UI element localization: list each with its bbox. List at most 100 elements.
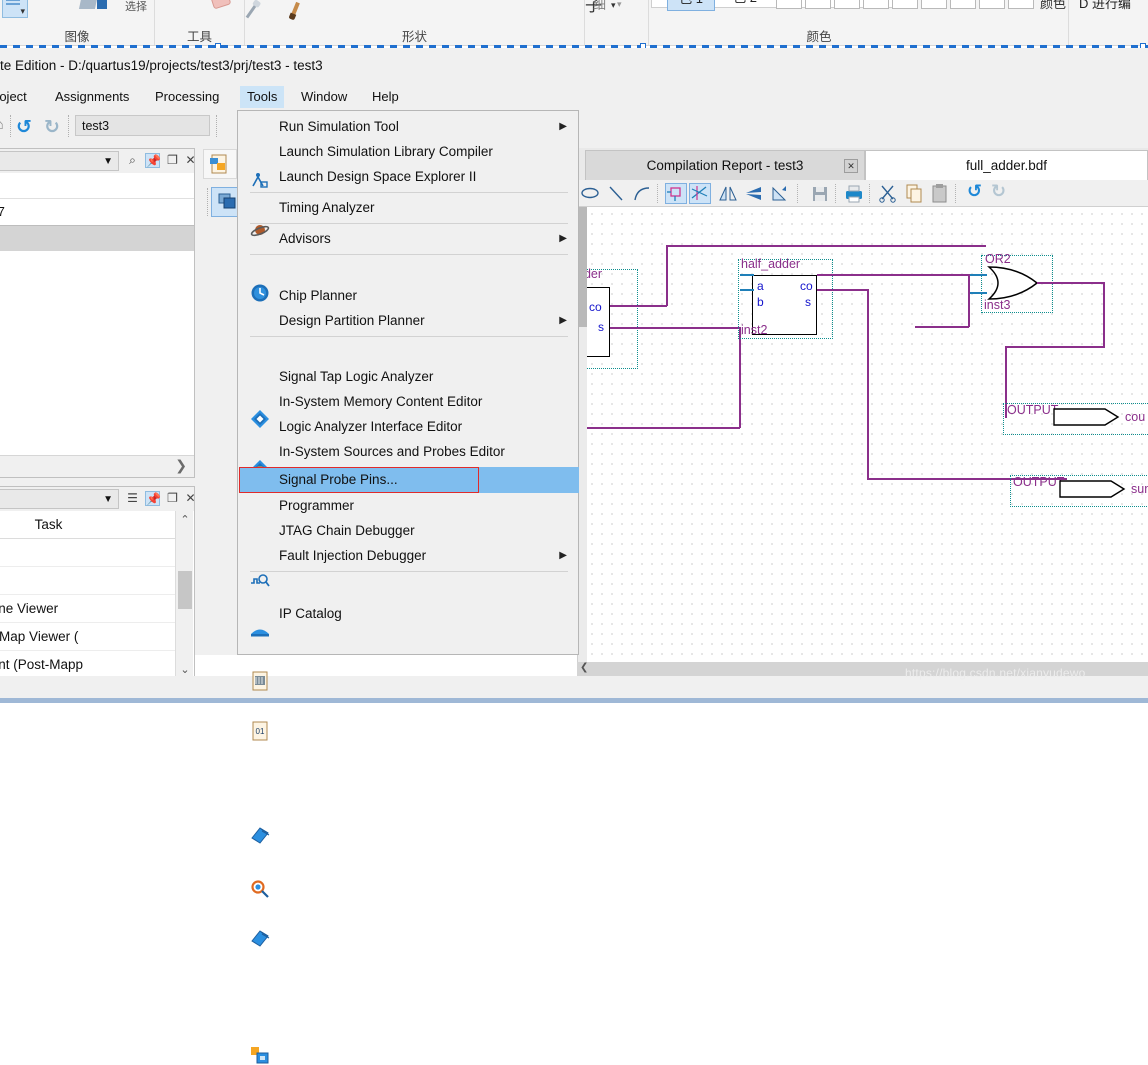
chevron-down-icon[interactable]: ▾	[617, 0, 622, 10]
task-row[interactable]: RTL Viewer	[0, 567, 176, 595]
hierarchy-panel-footer: ❯	[0, 455, 194, 477]
eraser-icon[interactable]	[210, 0, 232, 10]
task-row[interactable]: list Viewers	[0, 539, 176, 567]
output-port-icon[interactable]	[1059, 478, 1127, 500]
palette-swatch[interactable]	[834, 0, 860, 9]
flip-vertical-icon[interactable]	[743, 183, 765, 204]
orthogonal-node-tool-icon[interactable]	[665, 183, 687, 204]
scroll-up-icon[interactable]: ⌃	[176, 511, 194, 529]
thickness-label: 细	[593, 0, 607, 12]
pin-icon[interactable]: 📌	[145, 491, 161, 506]
palette-swatch[interactable]	[863, 0, 889, 9]
cut-icon[interactable]	[877, 183, 899, 204]
editor-area: Compilation Report - test3 ✕ full_adder.…	[577, 148, 1148, 703]
print-icon[interactable]	[843, 183, 865, 204]
menu-help[interactable]: Help	[365, 86, 406, 108]
new-schematic-file-button[interactable]	[203, 149, 237, 179]
ellipse-tool-icon[interactable]	[579, 183, 601, 204]
undo-icon[interactable]: ↺	[965, 181, 987, 204]
task-scrollbar[interactable]: ⌃ ⌄	[175, 511, 193, 679]
menu-item-in-system-sources-and-probes-editor[interactable]: 01 Logic Analyzer Interface Editor	[239, 415, 579, 741]
copy-icon[interactable]	[903, 183, 925, 204]
menu-item-timing-analyzer[interactable]: Timing Analyzer	[239, 196, 579, 302]
chevron-right-icon[interactable]: ❯	[175, 457, 187, 474]
rubberbanding-tool-icon[interactable]	[689, 183, 711, 204]
menu-item-netlist-viewers[interactable]: Design Partition Planner ▶	[239, 309, 579, 333]
menu-item-launch-design-space-explorer-ii[interactable]: Launch Design Space Explorer II	[239, 165, 579, 237]
task-row[interactable]: sign Assistant (Post-Mapp	[0, 651, 176, 679]
palette-swatch[interactable]	[921, 0, 947, 9]
restore-icon[interactable]: ❐	[165, 153, 180, 168]
tools-menu-popup[interactable]: Run Simulation Tool ▶ Launch Simulation …	[237, 110, 579, 1064]
menu-item-chip-planner[interactable]	[239, 259, 579, 428]
project-combo[interactable]: test3	[75, 115, 210, 136]
arc-tool-icon[interactable]	[631, 183, 653, 204]
scroll-left-icon[interactable]: ❮	[580, 662, 588, 673]
palette-swatch[interactable]	[892, 0, 918, 9]
chevron-down-icon: ▼	[103, 156, 113, 167]
menu-processing[interactable]: Processing	[148, 86, 226, 108]
palette-swatch[interactable]	[776, 0, 802, 9]
task-row[interactable]: Technology Map Viewer (	[0, 623, 176, 651]
output-port-icon[interactable]	[1053, 406, 1121, 428]
hierarchy-row-selected[interactable]	[0, 225, 194, 251]
task-row[interactable]: State Machine Viewer	[0, 595, 176, 623]
redo-icon[interactable]: ↻	[989, 181, 1011, 204]
palette-swatch[interactable]	[805, 0, 831, 9]
menu-item-signal-probe-pins[interactable]: In-System Sources and Probes Editor	[239, 440, 579, 464]
menu-assignments[interactable]: Assignments	[48, 86, 136, 108]
menu-item-in-system-memory-content-editor[interactable]: Signal Tap Logic Analyzer	[239, 365, 579, 637]
flip-horizontal-icon[interactable]	[717, 183, 739, 204]
menu-item-design-partition-planner[interactable]: Chip Planner	[239, 284, 579, 478]
menu-item-nios-ii-software-build-tools[interactable]: IP Catalog	[239, 602, 579, 626]
select-tool-button[interactable]	[2, 0, 28, 18]
palette-swatch[interactable]	[950, 0, 976, 9]
edit-colors-label: 颜色	[1040, 0, 1067, 11]
restore-icon[interactable]: ❐	[165, 491, 180, 506]
line-tool-icon[interactable]	[605, 183, 627, 204]
menu-item-ip-catalog[interactable]	[239, 577, 579, 1064]
hierarchy-view-combo[interactable]: Hierarchy ▼	[0, 151, 119, 171]
color1-button[interactable]: 色 1	[667, 0, 715, 11]
menu-item-advisors[interactable]: Advisors ▶	[239, 227, 579, 251]
pin-icon[interactable]: 📌	[145, 153, 161, 168]
search-icon[interactable]: ⌕	[125, 153, 140, 168]
palette-swatch[interactable]	[1008, 0, 1034, 9]
home-icon[interactable]: ⌂	[0, 116, 4, 134]
menu-item-jtag-chain-debugger[interactable]: Programmer	[239, 494, 579, 898]
menu-tools[interactable]: Tools	[240, 86, 285, 108]
menu-item-signal-tap-logic-analyzer[interactable]	[239, 340, 579, 587]
close-icon[interactable]: ✕	[183, 153, 198, 168]
redo-icon[interactable]: ↻	[44, 116, 60, 139]
output-port-type: OUTPUT	[1013, 475, 1065, 489]
close-icon[interactable]: ✕	[183, 491, 198, 506]
resize-icon[interactable]	[78, 0, 120, 10]
close-icon[interactable]: ✕	[844, 159, 858, 173]
edit-colors-button[interactable]: D 进行编	[1079, 0, 1131, 12]
menu-icon[interactable]: ☰	[125, 491, 140, 506]
ribbon-group-image: 选择 图像	[0, 0, 155, 46]
scrollbar-thumb[interactable]	[178, 571, 192, 609]
menu-item-launch-simulation-library-compiler[interactable]: Launch Simulation Library Compiler	[239, 140, 579, 188]
or-gate-icon[interactable]	[983, 265, 1043, 301]
task-column-header: Task	[0, 511, 176, 539]
paste-icon[interactable]	[929, 183, 951, 204]
undo-icon[interactable]: ↺	[16, 116, 32, 139]
menu-item-logic-analyzer-interface-editor[interactable]: In-System Memory Content Editor	[239, 390, 579, 691]
tab-compilation-report[interactable]: Compilation Report - test3 ✕	[585, 150, 865, 180]
menu-item-run-simulation-tool[interactable]: Run Simulation Tool ▶	[239, 115, 579, 139]
menu-item-label: Signal Tap Logic Analyzer	[279, 369, 434, 384]
rotate-icon[interactable]	[769, 183, 791, 204]
scrollbar-thumb[interactable]	[579, 207, 587, 327]
palette-swatch[interactable]	[979, 0, 1005, 9]
color2-button[interactable]: 色 2	[721, 0, 769, 11]
save-icon[interactable]	[809, 183, 831, 204]
menu-project[interactable]: roject	[0, 86, 34, 108]
menu-item-fault-injection-debugger[interactable]: JTAG Chain Debugger	[239, 519, 579, 947]
menu-item-system-debugging-tools[interactable]: Fault Injection Debugger ▶	[239, 544, 579, 568]
hierarchy-row-device[interactable]: CE115F29C7	[0, 199, 194, 225]
task-flow-combo[interactable]: lation ▼	[0, 489, 119, 509]
menu-window[interactable]: Window	[294, 86, 354, 108]
schematic-canvas[interactable]: dder co s half_adder a b co s inst2	[585, 207, 1148, 680]
tab-full-adder-bdf[interactable]: full_adder.bdf	[865, 150, 1148, 180]
